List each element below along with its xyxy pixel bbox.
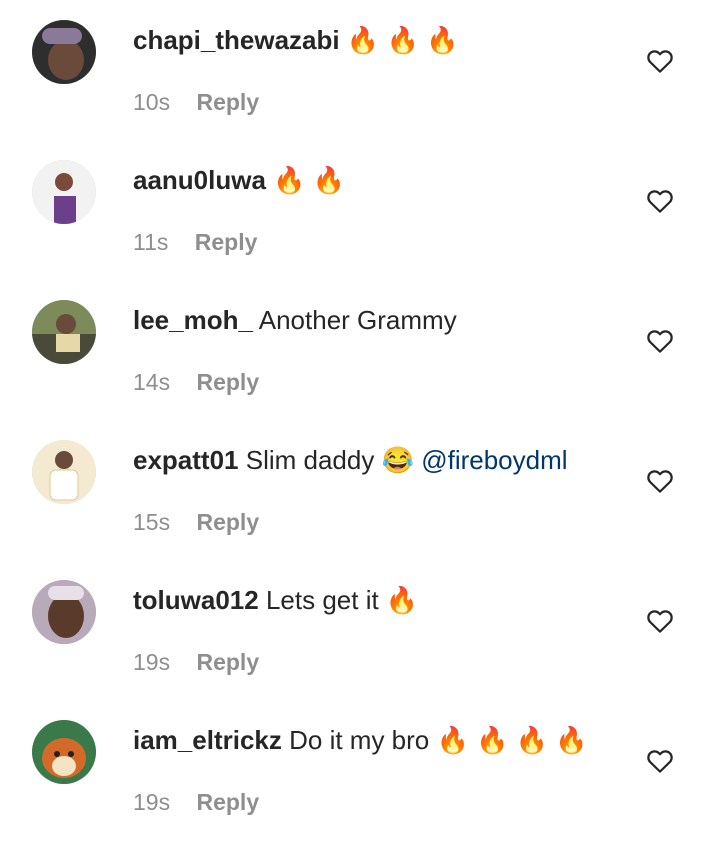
comment-text: Another Grammy bbox=[258, 305, 457, 335]
reply-button[interactable]: Reply bbox=[196, 509, 259, 535]
comment-item: aanu0luwa 🔥 🔥 11s Reply bbox=[0, 160, 720, 300]
comment-username[interactable]: chapi_thewazabi bbox=[133, 25, 340, 55]
reply-button[interactable]: Reply bbox=[196, 789, 259, 815]
comment-timestamp: 14s bbox=[133, 369, 171, 395]
comment-text: Do it my bro bbox=[289, 725, 430, 755]
comment-username[interactable]: toluwa012 bbox=[133, 585, 259, 615]
comment-username[interactable]: lee_moh_ bbox=[133, 305, 253, 335]
comment-meta: 15s Reply bbox=[133, 508, 259, 536]
comment-emoji: 🔥 bbox=[385, 585, 419, 615]
comment-emoji: 🔥 🔥 bbox=[273, 165, 346, 195]
comment-text: Lets get it bbox=[265, 585, 379, 615]
comment-line: expatt01 Slim daddy 😂 @fireboydml bbox=[133, 440, 568, 480]
avatar[interactable] bbox=[32, 720, 96, 784]
reply-button[interactable]: Reply bbox=[196, 649, 259, 675]
comment-line: iam_eltrickz Do it my bro 🔥 🔥 🔥 🔥 bbox=[133, 720, 588, 760]
comment-username[interactable]: expatt01 bbox=[133, 445, 239, 475]
comment-meta: 19s Reply bbox=[133, 788, 259, 816]
heart-icon[interactable] bbox=[645, 186, 675, 216]
heart-icon[interactable] bbox=[645, 326, 675, 356]
comment-meta: 19s Reply bbox=[133, 648, 259, 676]
reply-button[interactable]: Reply bbox=[195, 229, 258, 255]
comment-line: aanu0luwa 🔥 🔥 bbox=[133, 160, 345, 200]
comment-item: lee_moh_ Another Grammy 14s Reply bbox=[0, 300, 720, 440]
comment-item: chapi_thewazabi 🔥 🔥 🔥 10s Reply bbox=[0, 20, 720, 160]
comment-meta: 14s Reply bbox=[133, 368, 259, 396]
reply-button[interactable]: Reply bbox=[196, 369, 259, 395]
comment-username[interactable]: iam_eltrickz bbox=[133, 725, 282, 755]
comment-mention-link[interactable]: @fireboydml bbox=[421, 445, 567, 475]
comment-emoji: 😂 bbox=[381, 445, 414, 475]
comment-timestamp: 19s bbox=[133, 789, 171, 815]
reply-button[interactable]: Reply bbox=[196, 89, 259, 115]
comment-item: iam_eltrickz Do it my bro 🔥 🔥 🔥 🔥 19s Re… bbox=[0, 720, 720, 860]
avatar[interactable] bbox=[32, 440, 96, 504]
comment-item: toluwa012 Lets get it 🔥 19s Reply bbox=[0, 580, 720, 720]
comment-meta: 10s Reply bbox=[133, 88, 259, 116]
avatar[interactable] bbox=[32, 160, 96, 224]
comment-meta: 11s Reply bbox=[133, 228, 257, 256]
heart-icon[interactable] bbox=[645, 746, 675, 776]
comment-timestamp: 15s bbox=[133, 509, 171, 535]
heart-icon[interactable] bbox=[645, 466, 675, 496]
avatar[interactable] bbox=[32, 300, 96, 364]
comment-timestamp: 19s bbox=[133, 649, 171, 675]
comment-emoji: 🔥 🔥 🔥 bbox=[346, 25, 459, 55]
comment-timestamp: 11s bbox=[133, 229, 169, 255]
comment-line: chapi_thewazabi 🔥 🔥 🔥 bbox=[133, 20, 458, 60]
comment-line: lee_moh_ Another Grammy bbox=[133, 300, 457, 340]
avatar[interactable] bbox=[32, 20, 96, 84]
comment-timestamp: 10s bbox=[133, 89, 171, 115]
avatar[interactable] bbox=[32, 580, 96, 644]
comment-emoji: 🔥 🔥 🔥 🔥 bbox=[436, 725, 588, 755]
comment-line: toluwa012 Lets get it 🔥 bbox=[133, 580, 418, 620]
comment-username[interactable]: aanu0luwa bbox=[133, 165, 266, 195]
comment-item: expatt01 Slim daddy 😂 @fireboydml 15s Re… bbox=[0, 440, 720, 580]
heart-icon[interactable] bbox=[645, 606, 675, 636]
heart-icon[interactable] bbox=[645, 46, 675, 76]
comment-text: Slim daddy bbox=[245, 445, 375, 475]
